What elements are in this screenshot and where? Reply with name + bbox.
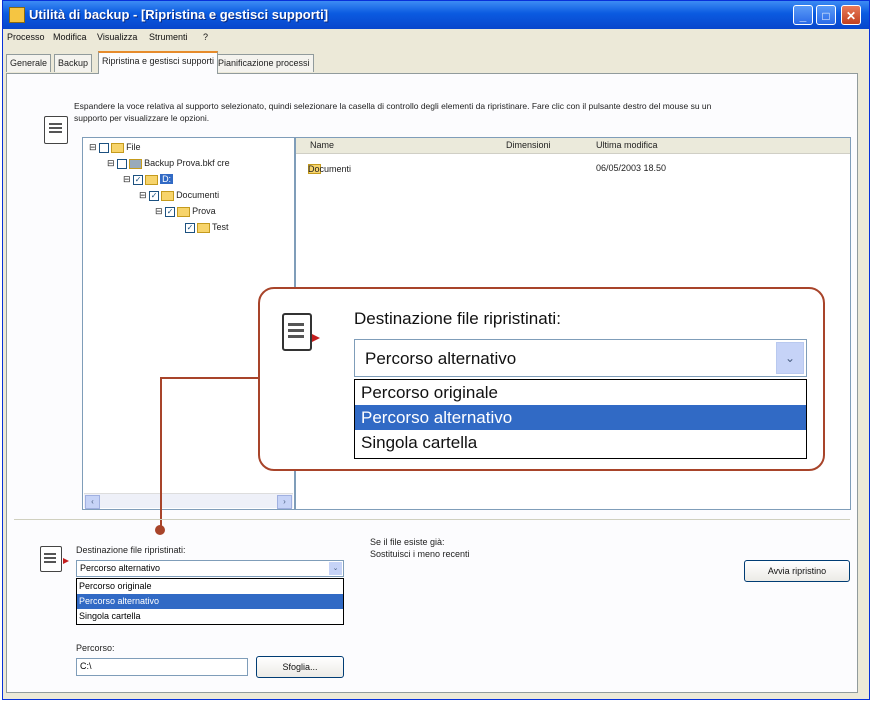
callout-destination-options[interactable]: Percorso originale Percorso alternativo …: [354, 379, 807, 459]
zoom-callout: Destinazione file ripristinati: Percorso…: [258, 287, 825, 471]
menu-processo[interactable]: Processo: [7, 32, 45, 42]
tree-node-file[interactable]: ⊟ File: [89, 142, 141, 153]
instructions-text: Espandere la voce relativa al supporto s…: [74, 101, 712, 123]
option-percorso-alternativo[interactable]: Percorso alternativo: [77, 594, 343, 609]
start-restore-button[interactable]: Avvia ripristino: [744, 560, 850, 582]
collapse-icon[interactable]: ⊟: [89, 142, 97, 152]
callout-anchor-dot: [155, 525, 165, 535]
path-input[interactable]: C:\: [76, 658, 248, 676]
scroll-right-icon[interactable]: ›: [277, 495, 292, 509]
checkbox[interactable]: [117, 158, 128, 169]
document-icon: [282, 313, 312, 351]
existing-file-value: Sostituisci i meno recenti: [370, 549, 470, 559]
list-item[interactable]: Documenti 06/05/2003 18.50: [308, 162, 838, 176]
option-singola-cartella[interactable]: Singola cartella: [355, 430, 806, 455]
window-title: Utilità di backup - [Ripristina e gestis…: [29, 7, 329, 22]
tab-pianificazione[interactable]: Pianificazione processi: [214, 54, 314, 72]
menu-help[interactable]: ?: [203, 32, 208, 42]
maximize-button[interactable]: □: [816, 5, 836, 25]
tab-generale[interactable]: Generale: [6, 54, 52, 72]
tree-label: Prova: [192, 206, 216, 216]
option-percorso-alternativo[interactable]: Percorso alternativo: [355, 405, 806, 430]
path-value: C:\: [80, 661, 92, 671]
chevron-down-icon[interactable]: ⌄: [329, 562, 342, 575]
backup-app-icon: [9, 7, 25, 23]
tree-label: Backup Prova.bkf cre: [144, 158, 230, 168]
tree-node-backup[interactable]: ⊟ Backup Prova.bkf cre: [107, 158, 230, 169]
tree-label: File: [126, 142, 141, 152]
collapse-icon[interactable]: ⊟: [123, 174, 131, 184]
menu-visualizza[interactable]: Visualizza: [97, 32, 137, 42]
column-header-modified[interactable]: Ultima modifica: [596, 140, 658, 150]
tree-horizontal-scrollbar[interactable]: ‹ ›: [84, 493, 293, 509]
tree-node-documenti[interactable]: ⊟ ✓ Documenti: [139, 190, 219, 201]
media-icon: [111, 142, 125, 153]
callout-destination-combo[interactable]: Percorso alternativo ⌄: [354, 339, 807, 377]
backup-file-icon: [129, 158, 143, 169]
close-button[interactable]: ✕: [841, 5, 861, 25]
title-bar: Utilità di backup - [Ripristina e gestis…: [3, 1, 869, 29]
tab-ripristina[interactable]: Ripristina e gestisci supporti: [98, 51, 219, 74]
callout-leader-line-vertical: [160, 377, 162, 529]
checkbox-checked[interactable]: ✓: [149, 190, 160, 201]
list-header: Name Dimensioni Ultima modifica: [296, 138, 850, 154]
chevron-down-icon[interactable]: ⌄: [776, 342, 804, 374]
callout-destination-label: Destinazione file ripristinati:: [354, 309, 561, 328]
document-icon: [40, 546, 62, 572]
collapse-icon[interactable]: ⊟: [107, 158, 115, 168]
folder-icon: [161, 190, 175, 201]
item-name: Documenti: [308, 164, 352, 174]
path-label: Percorso:: [76, 643, 115, 653]
checkbox[interactable]: [99, 142, 110, 153]
destination-combo[interactable]: Percorso alternativo ⌄: [76, 560, 344, 577]
tree-node-prova[interactable]: ⊟ ✓ Prova: [155, 206, 216, 217]
existing-file-label: Se il file esiste già:: [370, 537, 445, 547]
collapse-icon[interactable]: ⊟: [155, 206, 163, 216]
tree-label: D:: [160, 174, 174, 184]
option-percorso-originale[interactable]: Percorso originale: [355, 380, 806, 405]
menu-bar: Processo Modifica Visualizza Strumenti ?: [3, 29, 869, 47]
destination-combo-value: Percorso alternativo: [80, 563, 161, 573]
callout-leader-line: [160, 377, 258, 379]
item-modified: 06/05/2003 18.50: [596, 163, 667, 173]
option-percorso-originale[interactable]: Percorso originale: [77, 579, 343, 594]
destination-label: Destinazione file ripristinati:: [76, 545, 186, 555]
divider: [14, 519, 850, 520]
column-header-name[interactable]: Name: [310, 140, 334, 150]
callout-combo-value: Percorso alternativo: [365, 349, 517, 368]
folder-icon: [197, 222, 210, 233]
column-header-size[interactable]: Dimensioni: [506, 140, 551, 150]
tree-label: Test: [212, 222, 229, 232]
folder-icon: [145, 174, 159, 185]
restore-media-icon: [44, 116, 68, 144]
red-arrow-icon: [63, 558, 69, 564]
tree-node-test[interactable]: ✓ Test: [185, 222, 229, 233]
tab-backup[interactable]: Backup: [54, 54, 93, 72]
option-singola-cartella[interactable]: Singola cartella: [77, 609, 343, 624]
collapse-icon[interactable]: ⊟: [139, 190, 147, 200]
checkbox-checked[interactable]: ✓: [185, 222, 195, 233]
red-arrow-icon: [312, 334, 320, 342]
destination-options[interactable]: Percorso originale Percorso alternativo …: [76, 578, 344, 625]
checkbox-checked[interactable]: ✓: [133, 174, 144, 185]
folder-icon: [177, 206, 191, 217]
browse-button[interactable]: Sfoglia...: [256, 656, 344, 678]
checkbox-checked[interactable]: ✓: [165, 206, 176, 217]
scroll-left-icon[interactable]: ‹: [85, 495, 100, 509]
tree-node-drive[interactable]: ⊟ ✓ D:: [123, 174, 174, 185]
menu-modifica[interactable]: Modifica: [53, 32, 87, 42]
menu-strumenti[interactable]: Strumenti: [149, 32, 188, 42]
tree-label: Documenti: [176, 190, 220, 200]
minimize-button[interactable]: _: [793, 5, 813, 25]
